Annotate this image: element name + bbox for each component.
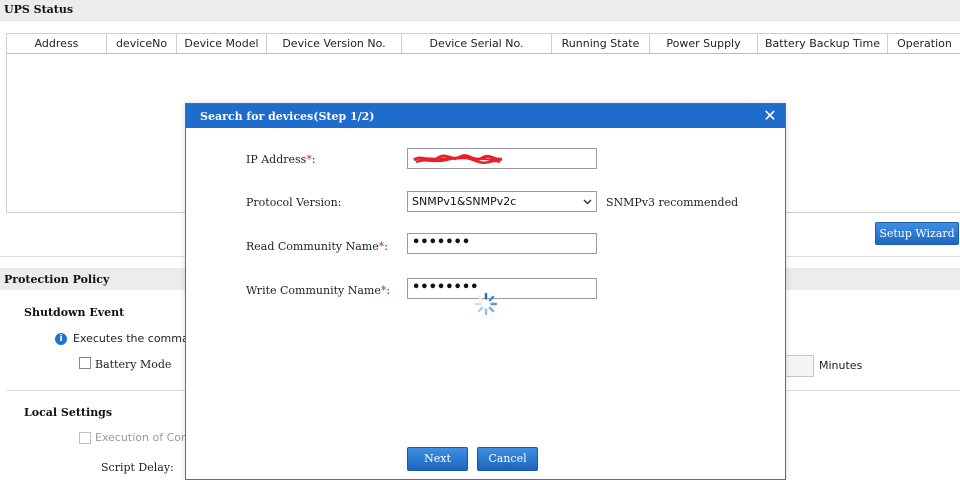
execution-command-checkbox[interactable] xyxy=(79,432,91,444)
ups-status-title: UPS Status xyxy=(4,3,74,16)
chevron-down-icon xyxy=(583,199,592,205)
close-icon[interactable]: ✕ xyxy=(761,105,779,127)
column-header-device-version[interactable]: Device Version No. xyxy=(267,34,402,53)
protocol-version-value: SNMPv1&SNMPv2c xyxy=(412,195,517,208)
column-header-device-model[interactable]: Device Model xyxy=(177,34,267,53)
next-button[interactable]: Next xyxy=(407,447,468,471)
label-colon: : xyxy=(386,284,391,297)
read-community-input[interactable]: ••••••• xyxy=(407,233,597,254)
column-header-running-state[interactable]: Running State xyxy=(552,34,650,53)
ip-address-label: IP Address*: xyxy=(246,153,316,166)
script-delay-label: Script Delay: xyxy=(101,461,174,474)
read-community-label: Read Community Name*: xyxy=(246,240,388,253)
dialog-header: Search for devices(Step 1/2) ✕ xyxy=(186,104,785,128)
redaction-scribble xyxy=(413,154,503,164)
table-header-row: Address deviceNo Device Model Device Ver… xyxy=(7,34,960,54)
search-devices-dialog: Search for devices(Step 1/2) ✕ IP Addres… xyxy=(185,103,786,480)
protection-policy-title: Protection Policy xyxy=(4,273,110,286)
shutdown-info-text: Executes the command xyxy=(73,332,203,345)
write-community-label-text: Write Community Name xyxy=(246,284,381,297)
protocol-hint: SNMPv3 recommended xyxy=(606,196,739,209)
ups-status-header: UPS Status xyxy=(0,0,960,21)
ip-address-input[interactable] xyxy=(407,148,597,169)
shutdown-event-title: Shutdown Event xyxy=(24,306,125,319)
ip-address-label-text: IP Address xyxy=(246,153,307,166)
protocol-version-select[interactable]: SNMPv1&SNMPv2c xyxy=(407,191,597,212)
loading-spinner-icon xyxy=(474,292,498,316)
label-colon: : xyxy=(384,240,388,253)
label-colon: : xyxy=(311,153,316,166)
column-header-device-no[interactable]: deviceNo xyxy=(107,34,177,53)
column-header-operation[interactable]: Operation xyxy=(888,34,960,53)
write-community-input[interactable]: •••••••• xyxy=(407,278,597,299)
info-icon: i xyxy=(55,333,67,345)
column-header-power-supply[interactable]: Power Supply xyxy=(650,34,758,53)
column-header-battery-backup[interactable]: Battery Backup Time xyxy=(758,34,888,53)
local-settings-title: Local Settings xyxy=(24,406,113,419)
column-header-device-serial[interactable]: Device Serial No. xyxy=(402,34,552,53)
write-community-label: Write Community Name*: xyxy=(246,284,390,297)
minutes-label: Minutes xyxy=(819,359,863,372)
read-community-label-text: Read Community Name xyxy=(246,240,379,253)
protocol-version-label: Protocol Version: xyxy=(246,196,342,209)
battery-mode-checkbox[interactable] xyxy=(79,357,91,369)
cancel-button[interactable]: Cancel xyxy=(477,447,538,471)
minutes-input[interactable] xyxy=(785,355,814,377)
battery-mode-label: Battery Mode xyxy=(95,358,172,371)
setup-wizard-button[interactable]: Setup Wizard xyxy=(875,222,959,245)
dialog-title: Search for devices(Step 1/2) xyxy=(200,110,375,123)
column-header-address[interactable]: Address xyxy=(7,34,107,53)
